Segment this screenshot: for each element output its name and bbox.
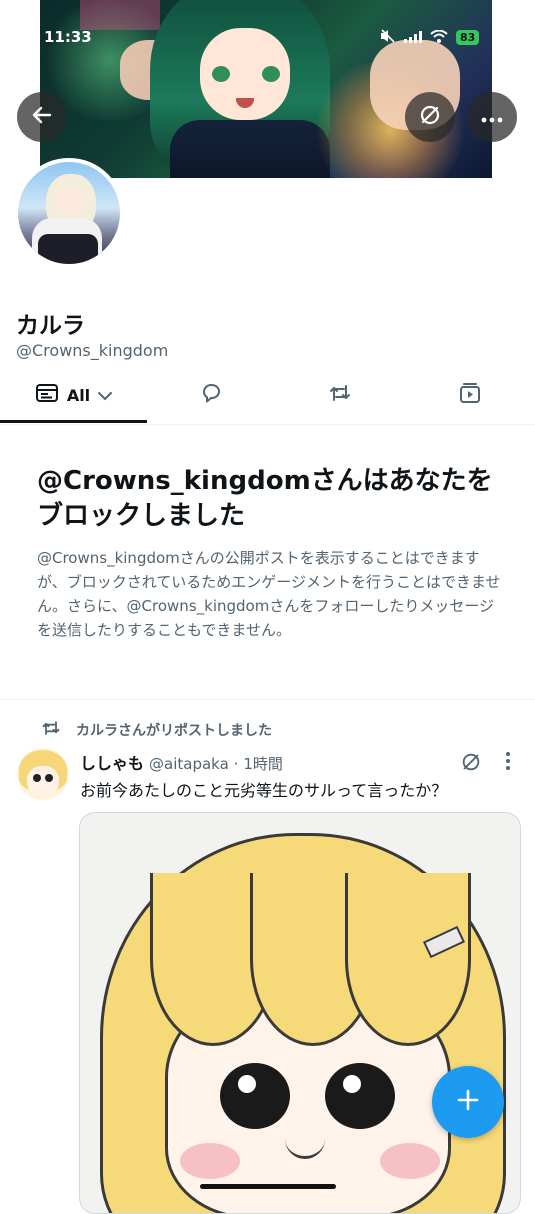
post-media-image[interactable] <box>79 812 521 1214</box>
cellular-signal-icon <box>404 28 422 47</box>
media-icon <box>458 381 482 409</box>
more-vertical-icon[interactable] <box>498 750 518 772</box>
plus-icon <box>455 1087 481 1117</box>
post-time: · 1時間 <box>233 755 283 773</box>
more-horizontal-icon <box>481 108 503 127</box>
back-button[interactable] <box>17 92 67 142</box>
post-author-handle[interactable]: @aitapaka <box>149 755 229 773</box>
profile-handle: @Crowns_kingdom <box>16 341 169 360</box>
reply-icon <box>199 381 223 409</box>
avatar-image <box>18 162 120 264</box>
repost-icon <box>40 718 62 742</box>
tab-media[interactable] <box>405 368 535 422</box>
repost-context[interactable]: カルラさんがリポストしました <box>40 718 272 742</box>
profile-avatar[interactable] <box>14 158 124 268</box>
tab-reposts[interactable] <box>275 368 405 422</box>
active-tab-indicator <box>0 420 147 423</box>
profile-banner-image[interactable] <box>40 0 492 178</box>
post-text: お前今あたしのこと元劣等生のサルって言ったか？ <box>80 781 448 800</box>
tab-all-label: All <box>66 385 91 405</box>
post-header: ししゃも @aitapaka · 1時間 <box>80 750 283 774</box>
arrow-left-icon <box>31 104 53 130</box>
profile-tabs: All <box>0 368 535 425</box>
compose-button[interactable] <box>432 1066 504 1138</box>
block-icon <box>418 103 442 131</box>
divider <box>0 699 535 700</box>
tab-all[interactable]: All <box>0 368 147 423</box>
block-icon[interactable] <box>460 751 482 777</box>
tab-replies[interactable] <box>147 368 275 422</box>
more-options-button[interactable] <box>467 92 517 142</box>
home-indicator[interactable] <box>200 1184 336 1189</box>
battery-level: 83 <box>456 30 480 45</box>
status-time: 11:33 <box>44 28 92 46</box>
blocked-status-button[interactable] <box>405 92 455 142</box>
profile-banner-area <box>0 0 535 178</box>
post-author-name[interactable]: ししゃも <box>80 750 144 774</box>
blocked-notice-title: @Crowns_kingdomさんはあなたをブロックしました <box>37 466 493 531</box>
posts-icon <box>35 382 59 408</box>
status-icons: 83 <box>380 28 480 47</box>
repost-icon <box>327 381 353 409</box>
chevron-down-icon[interactable] <box>98 386 113 405</box>
blocked-notice-body: @Crowns_kingdomさんの公開ポストを表示することはできますが、ブロッ… <box>37 549 501 639</box>
profile-display-name: カルラ <box>16 313 85 339</box>
repost-label: カルラさんがリポストしました <box>76 723 272 739</box>
wifi-icon <box>430 28 448 47</box>
silent-mode-icon <box>380 28 396 47</box>
post-author-avatar[interactable] <box>17 748 69 800</box>
